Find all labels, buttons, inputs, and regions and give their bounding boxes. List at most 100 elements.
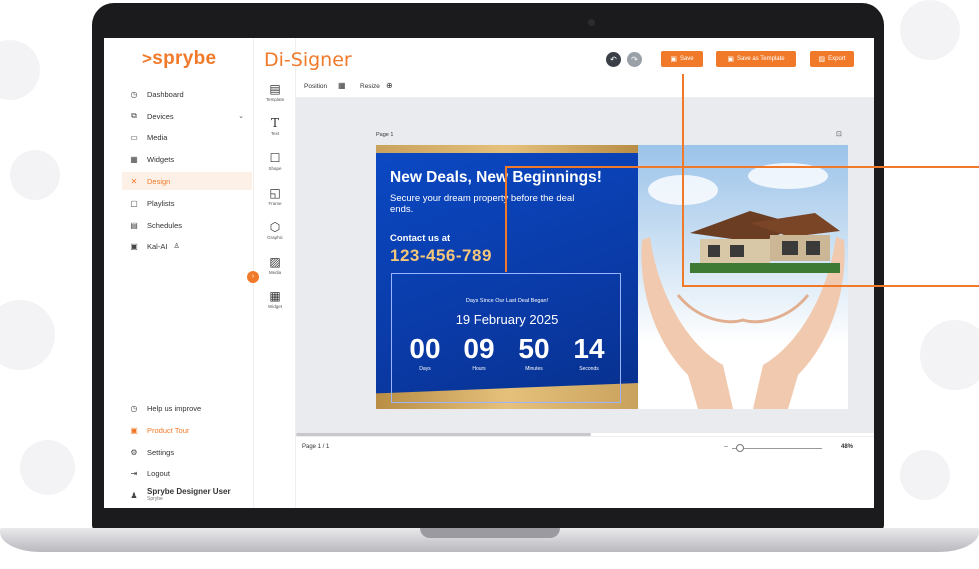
sidebar-item-label: Widgets [147, 154, 175, 164]
dashboard-icon: ◷ [130, 89, 138, 99]
playlists-icon: ▢ [130, 198, 138, 208]
gear-icon: ⚙ [130, 447, 138, 457]
days-value: 00 [409, 333, 441, 364]
seconds-value: 14 [573, 333, 605, 364]
chevron-down-icon: ⌄ [238, 113, 244, 120]
zoom-out-icon[interactable]: – [724, 443, 728, 450]
logo[interactable]: >sprybe [142, 48, 216, 70]
save-icon: ▣ [670, 56, 677, 63]
sidebar-item-settings[interactable]: ⚙ Settings [128, 443, 254, 461]
kal-ai-icon: ▣ [130, 241, 138, 251]
export-button[interactable]: ▨ Export [810, 51, 854, 67]
tool-graphic[interactable]: ⬡ Graphic [254, 220, 296, 240]
countdown-widget[interactable]: Days Since Our Last Deal Began! 19 Febru… [391, 273, 621, 403]
countdown-seconds: 14 Seconds [564, 333, 614, 373]
sidebar-item-help[interactable]: ◷ Help us improve [128, 399, 254, 417]
sidebar-item-design[interactable]: ✕ Design [122, 172, 252, 190]
toolbar: Position ▦ Resize ⊕ [296, 76, 874, 98]
logo-text: sprybe [152, 48, 217, 69]
page-count: Page 1 / 1 [302, 444, 330, 450]
user-icon: ♟ [130, 490, 138, 500]
redo-button[interactable]: ↷ [627, 52, 642, 67]
user-org: Sprybe [147, 496, 163, 502]
sidebar-item-logout[interactable]: ⇥ Logout [128, 464, 254, 482]
bg-dot [920, 320, 979, 390]
sidebar-item-label: Settings [147, 447, 175, 457]
collapse-sidebar-button[interactable]: › [247, 271, 259, 283]
tool-media[interactable]: ▨ Media [254, 255, 296, 275]
house-image [690, 211, 840, 273]
save-label: Save [679, 56, 694, 62]
sidebar-item-label: Kal-AI [147, 241, 168, 251]
zoom-slider-handle[interactable] [736, 444, 744, 452]
tool-label: Frame [268, 201, 282, 206]
design-icon: ✕ [130, 176, 138, 186]
house-photo[interactable] [638, 145, 848, 409]
callout-line [682, 285, 979, 287]
export-icon: ▨ [818, 56, 826, 63]
position-button[interactable]: Position [304, 83, 327, 90]
bg-dot [0, 300, 55, 370]
bg-dot [0, 40, 40, 100]
bg-dot [900, 0, 960, 60]
sidebar-item-kal-ai[interactable]: ▣ Kal-AI ♙ [128, 237, 254, 255]
hours-label: Hours [472, 366, 486, 372]
sidebar-item-product-tour[interactable]: ▣ Product Tour [128, 421, 254, 439]
bg-dot [10, 150, 60, 200]
workspace: Page 1 ⊡ New Deals, New Beginnings! Secu… [296, 98, 874, 436]
undo-icon: ↶ [610, 55, 617, 64]
template-icon: ▤ [269, 82, 281, 96]
countdown-minutes: 50 Minutes [509, 334, 559, 373]
zoom-slider-track[interactable] [732, 448, 822, 449]
stage: >sprybe ◷ Dashboard ⧉ Devices ⌄ ▭ Media ▦ Wid… [0, 0, 979, 569]
transparency-icon[interactable]: ▦ [338, 81, 346, 90]
sidebar-item-label: Media [147, 132, 168, 142]
subline[interactable]: Secure your dream property before the de… [390, 193, 600, 215]
lock-icon[interactable]: ⊕ [386, 81, 393, 90]
tool-label: Graphic [267, 235, 283, 240]
tool-label: Media [268, 270, 282, 275]
tool-frame[interactable]: ◱ Frame [254, 186, 296, 206]
sidebar-item-schedules[interactable]: ▤ Schedules [128, 216, 254, 234]
contact-label[interactable]: Contact us at [390, 233, 450, 244]
media-icon: ▭ [130, 132, 138, 142]
hours-value: 09 [463, 333, 495, 364]
sidebar-item-label: Logout [147, 468, 170, 478]
tool-widget[interactable]: ▦ Widget [254, 289, 296, 309]
sidebar-item-label: Dashboard [147, 89, 184, 99]
undo-button[interactable]: ↶ [606, 52, 621, 67]
save-button[interactable]: ▣ Save [661, 51, 703, 67]
sidebar: >sprybe ◷ Dashboard ⧉ Devices ⌄ ▭ Media ▦ Wid… [104, 38, 254, 508]
seconds-label: Seconds [579, 366, 599, 372]
sidebar-item-media[interactable]: ▭ Media [128, 128, 254, 146]
phone-number[interactable]: 123-456-789 [390, 246, 492, 266]
tool-text[interactable]: T Text [254, 116, 296, 136]
sidebar-item-label: Schedules [147, 220, 183, 230]
save-as-template-button[interactable]: ▣ Save as Template [716, 51, 796, 67]
tool-label: Widget [267, 304, 282, 309]
export-label: Export [828, 56, 846, 62]
tool-shape[interactable]: ☐ Shape [254, 151, 296, 171]
tool-rail: ▤ Template T Text ☐ Shape ◱ Frame ⬡ Graphic ▨… [254, 38, 296, 508]
graphic-icon: ⬡ [269, 220, 281, 234]
callout-line [505, 166, 507, 272]
help-icon: ◷ [130, 403, 138, 413]
sidebar-item-devices[interactable]: ⧉ Devices ⌄ [128, 107, 254, 125]
sidebar-item-playlists[interactable]: ▢ Playlists [128, 194, 254, 212]
robot-icon: ♙ [173, 243, 180, 250]
resize-button[interactable]: Resize [360, 83, 380, 90]
laptop-notch [420, 528, 560, 538]
save-template-icon: ▣ [727, 56, 735, 63]
sidebar-item-dashboard[interactable]: ◷ Dashboard [128, 85, 254, 103]
minutes-label: Minutes [525, 366, 543, 372]
design-canvas[interactable]: New Deals, New Beginnings! Secure your d… [376, 145, 848, 409]
headline[interactable]: New Deals, New Beginnings! [390, 169, 602, 187]
page-lock-icon[interactable]: ⊡ [836, 130, 842, 138]
tool-template[interactable]: ▤ Template [254, 82, 296, 102]
sidebar-item-widgets[interactable]: ▦ Widgets [128, 150, 254, 168]
shape-icon: ☐ [269, 151, 281, 165]
frame-icon: ◱ [269, 186, 281, 200]
tool-label: Template [265, 97, 285, 102]
user-profile[interactable]: ♟ Sprybe Designer User Sprybe [128, 484, 254, 506]
callout-line [505, 166, 979, 168]
